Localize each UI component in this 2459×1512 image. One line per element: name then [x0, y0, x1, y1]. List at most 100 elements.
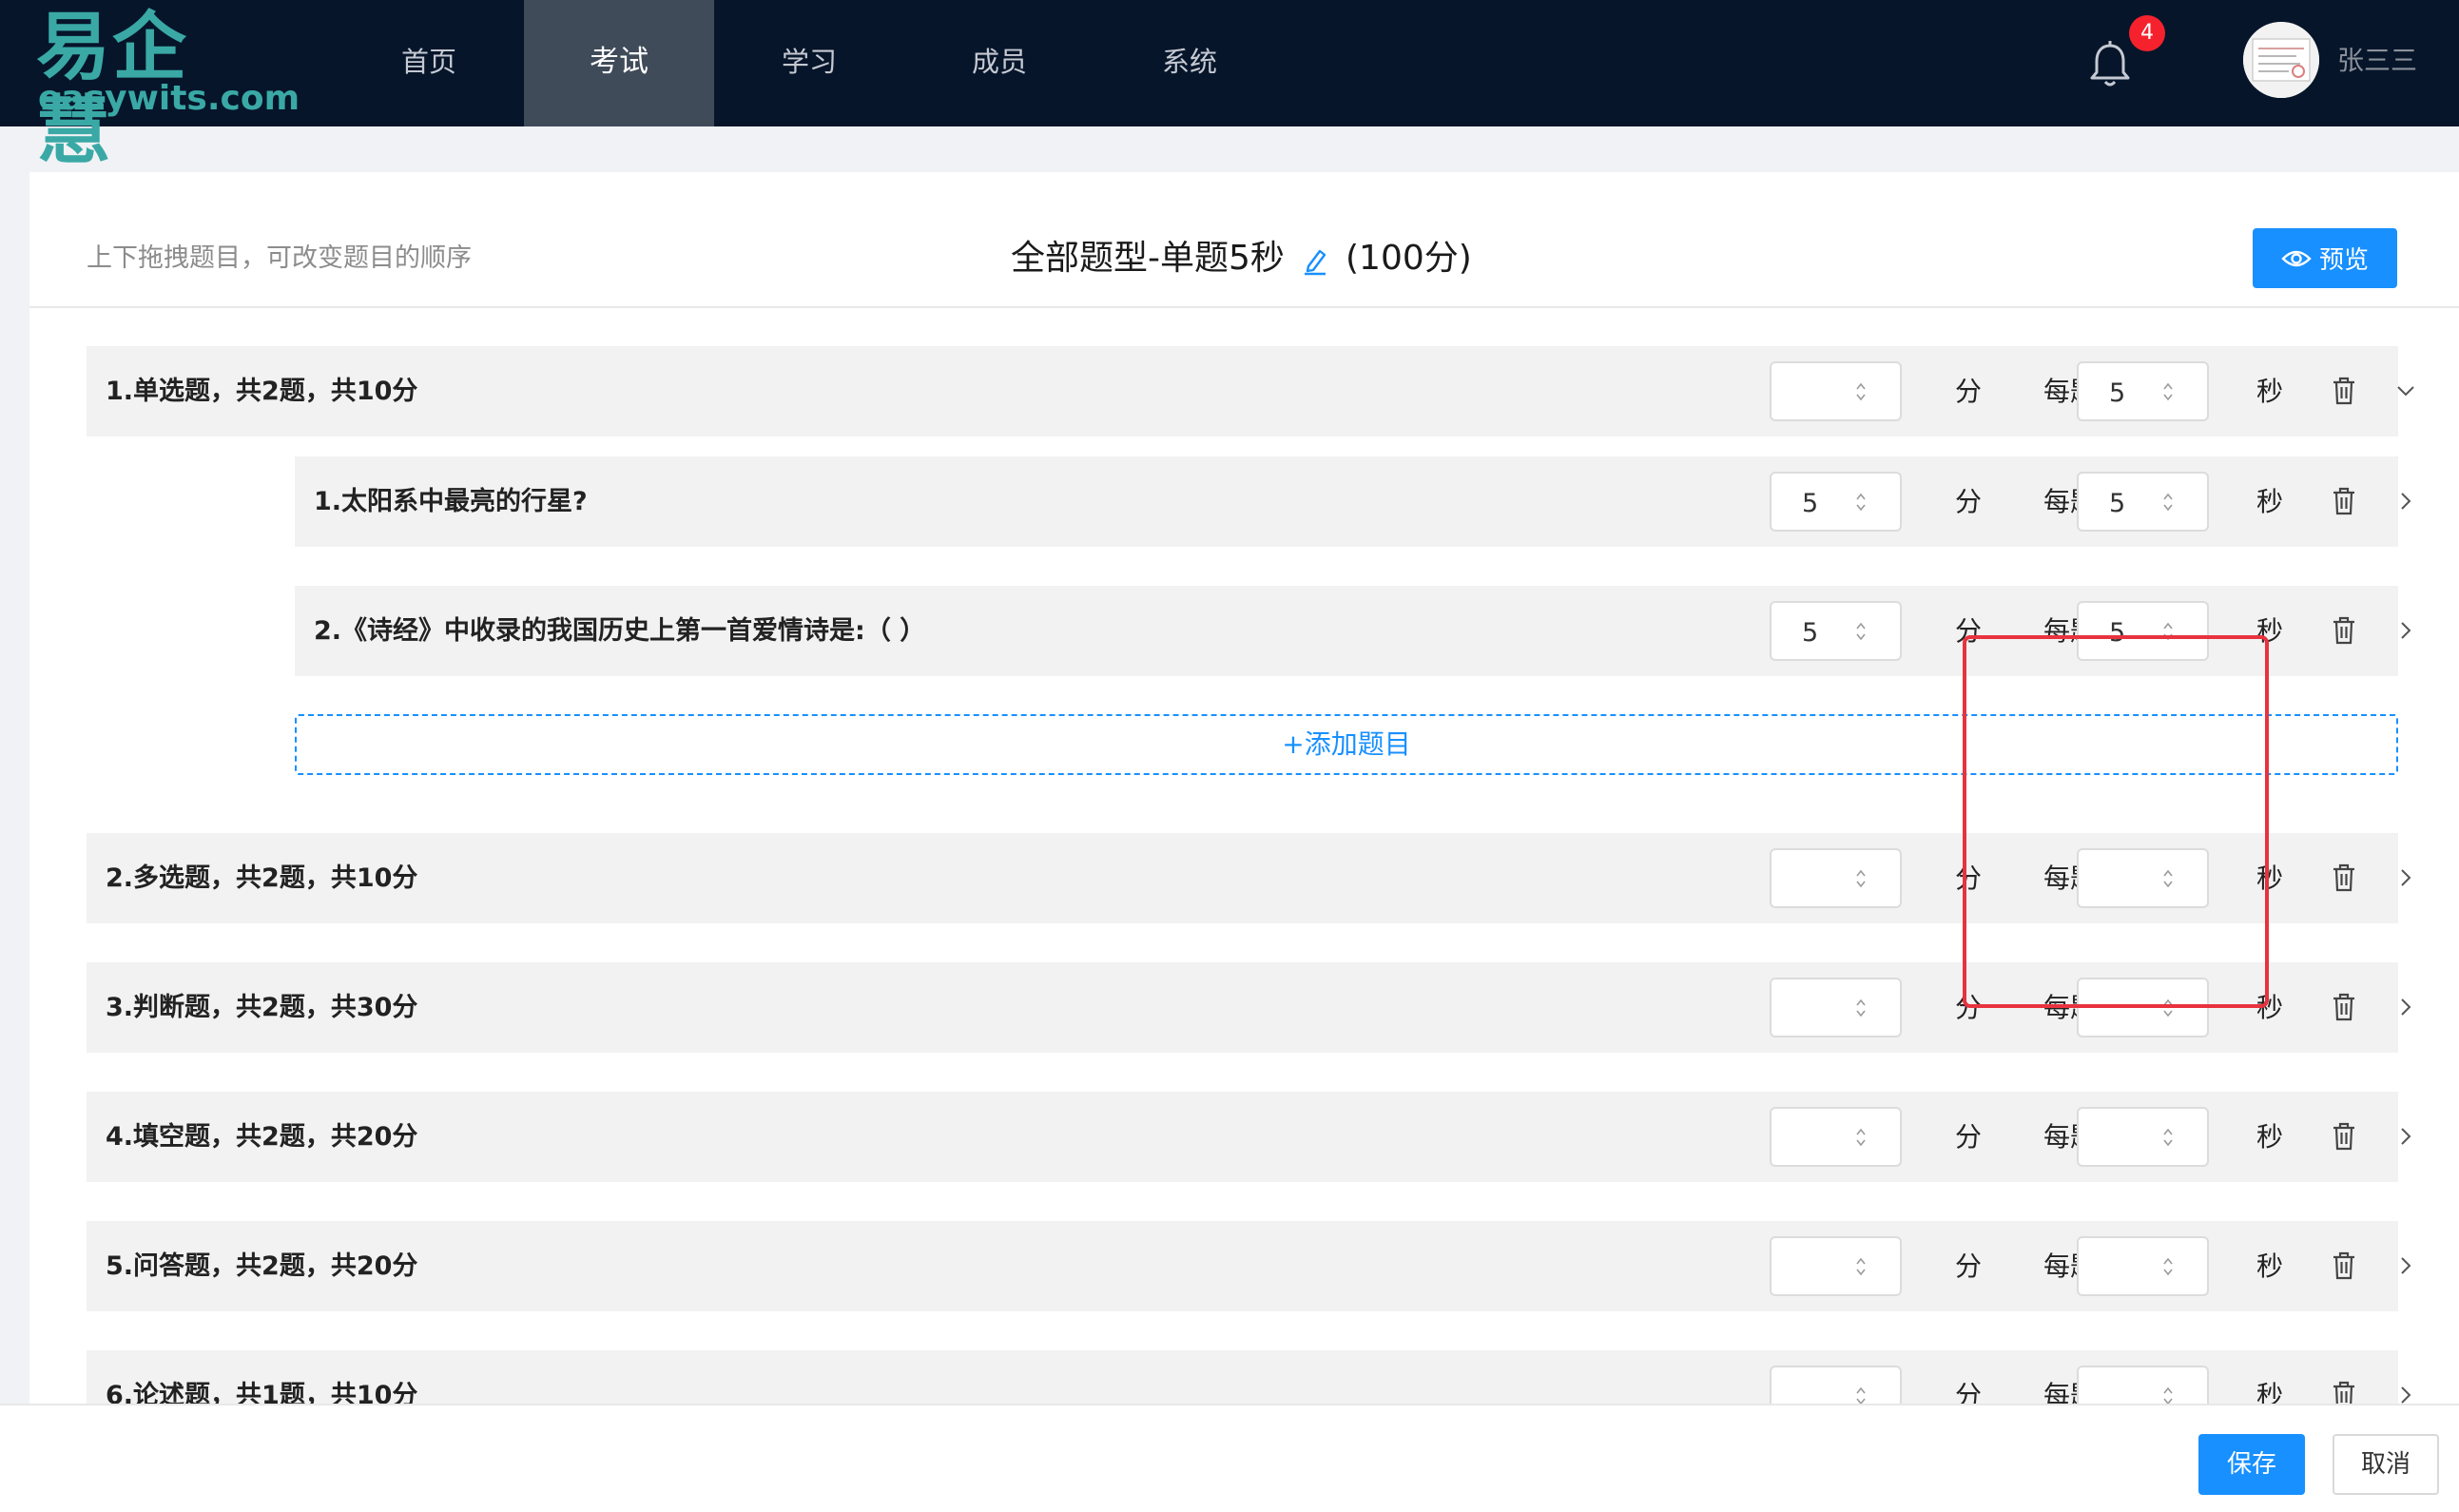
- nav-item-exam[interactable]: 考试: [524, 0, 714, 126]
- section-label: 1.单选题，共2题，共10分: [106, 377, 418, 406]
- section-label: 5.问答题，共2题，共20分: [106, 1251, 418, 1281]
- score-input[interactable]: [1770, 1107, 1902, 1167]
- seconds-unit: 秒: [2256, 615, 2284, 647]
- score-input[interactable]: 5: [1770, 472, 1902, 532]
- seconds-input[interactable]: [2077, 1366, 2209, 1404]
- spinner-icon[interactable]: [1854, 1385, 1868, 1404]
- trash-icon[interactable]: [2332, 616, 2356, 645]
- user-avatar[interactable]: [2243, 22, 2319, 98]
- score-input[interactable]: [1770, 978, 1902, 1037]
- score-unit: 分: [1955, 1250, 1983, 1282]
- spinner-icon[interactable]: [1854, 380, 1868, 403]
- section-row-true-false[interactable]: 3.判断题，共2题，共30分 分 每题 秒: [87, 962, 2411, 1053]
- edit-icon[interactable]: [1301, 245, 1329, 276]
- section-label: 4.填空题，共2题，共20分: [106, 1122, 418, 1152]
- spinner-icon[interactable]: [2161, 380, 2175, 403]
- notification-badge: 4: [2129, 15, 2165, 51]
- trash-icon[interactable]: [2332, 1122, 2356, 1151]
- section-row-fill-blank[interactable]: 4.填空题，共2题，共20分 分 每题 秒: [87, 1092, 2411, 1182]
- bell-icon[interactable]: [2088, 40, 2132, 89]
- spinner-icon[interactable]: [1854, 997, 1868, 1019]
- nav-item-members[interactable]: 成员: [904, 0, 1094, 126]
- trash-icon[interactable]: [2332, 487, 2356, 515]
- question-row[interactable]: 1.太阳系中最亮的行星? 5 分 每题 5 秒: [295, 456, 2411, 547]
- section-label: 3.判断题，共2题，共30分: [106, 993, 418, 1022]
- seconds-unit: 秒: [2256, 992, 2284, 1023]
- chevron-right-icon[interactable]: [2395, 1385, 2416, 1404]
- chevron-right-icon[interactable]: [2395, 867, 2416, 888]
- score-input[interactable]: [1770, 361, 1902, 421]
- trash-icon[interactable]: [2332, 377, 2356, 405]
- trash-icon[interactable]: [2332, 863, 2356, 892]
- add-question-button[interactable]: +添加题目: [295, 714, 2398, 775]
- section-row-essay[interactable]: 6.论述题，共1题，共10分 分 每题 秒: [87, 1350, 2411, 1404]
- chevron-down-icon[interactable]: [2395, 380, 2416, 401]
- question-label: 2.《诗经》中收录的我国历史上第一首爱情诗是:（ ）: [314, 616, 926, 646]
- seconds-unit: 秒: [2256, 486, 2284, 517]
- trash-icon[interactable]: [2332, 1251, 2356, 1280]
- exam-total-score: (100分): [1346, 239, 1472, 278]
- logo-domain-text: easywits.com: [38, 79, 300, 118]
- seconds-input[interactable]: 5: [2077, 601, 2209, 661]
- score-unit: 分: [1955, 376, 1983, 407]
- seconds-input[interactable]: 5: [2077, 361, 2209, 421]
- score-unit: 分: [1955, 1121, 1983, 1153]
- spinner-icon[interactable]: [2161, 1126, 2175, 1149]
- trash-icon[interactable]: [2332, 993, 2356, 1021]
- user-name[interactable]: 张三三: [2337, 40, 2417, 82]
- spinner-icon[interactable]: [2161, 867, 2175, 890]
- spinner-icon[interactable]: [2161, 620, 2175, 643]
- seconds-input[interactable]: [2077, 1107, 2209, 1167]
- score-unit: 分: [1955, 1380, 1983, 1404]
- question-row[interactable]: 2.《诗经》中收录的我国历史上第一首爱情诗是:（ ） 5 分 每题 5 秒: [295, 586, 2411, 676]
- score-input[interactable]: 5: [1770, 601, 1902, 661]
- score-unit: 分: [1955, 863, 1983, 894]
- question-section-list[interactable]: 1.单选题，共2题，共10分 分 每题 5 秒 1.太阳系中最亮的行星? 5 分…: [29, 308, 2459, 1404]
- seconds-unit: 秒: [2256, 1250, 2284, 1282]
- chevron-right-icon[interactable]: [2395, 1126, 2416, 1147]
- save-button[interactable]: 保存: [2198, 1434, 2305, 1495]
- preview-button[interactable]: 预览: [2253, 228, 2397, 288]
- score-input[interactable]: [1770, 1366, 1902, 1404]
- eye-icon: [2281, 250, 2312, 266]
- trash-icon[interactable]: [2332, 1381, 2356, 1404]
- spinner-icon[interactable]: [2161, 1385, 2175, 1404]
- score-input[interactable]: [1770, 1236, 1902, 1296]
- nav-item-study[interactable]: 学习: [714, 0, 904, 126]
- chevron-right-icon[interactable]: [2395, 491, 2416, 512]
- seconds-input[interactable]: 5: [2077, 472, 2209, 532]
- section-row-multiple-choice[interactable]: 2.多选题，共2题，共10分 分 每题 秒: [87, 833, 2411, 923]
- section-label: 2.多选题，共2题，共10分: [106, 863, 418, 893]
- chevron-right-icon[interactable]: [2395, 1255, 2416, 1276]
- exam-title: 全部题型-单题5秒: [1011, 239, 1285, 278]
- seconds-input[interactable]: [2077, 1236, 2209, 1296]
- chevron-right-icon[interactable]: [2395, 620, 2416, 641]
- question-label: 1.太阳系中最亮的行星?: [314, 487, 588, 516]
- spinner-icon[interactable]: [1854, 491, 1868, 514]
- drag-hint-text: 上下拖拽题目，可改变题目的顺序: [87, 243, 472, 273]
- section-row-short-answer[interactable]: 5.问答题，共2题，共20分 分 每题 秒: [87, 1221, 2411, 1311]
- spinner-icon[interactable]: [1854, 1255, 1868, 1278]
- action-footer: [0, 1404, 2459, 1512]
- section-row-single-choice[interactable]: 1.单选题，共2题，共10分 分 每题 5 秒: [87, 346, 2414, 436]
- spinner-icon[interactable]: [2161, 1255, 2175, 1278]
- seconds-input[interactable]: [2077, 978, 2209, 1037]
- score-value: 5: [1802, 489, 1819, 518]
- seconds-unit: 秒: [2256, 863, 2284, 894]
- spinner-icon[interactable]: [2161, 491, 2175, 514]
- score-unit: 分: [1955, 615, 1983, 647]
- spinner-icon[interactable]: [1854, 867, 1868, 890]
- score-input[interactable]: [1770, 848, 1902, 908]
- spinner-icon[interactable]: [1854, 1126, 1868, 1149]
- nav-item-home[interactable]: 首页: [334, 0, 524, 126]
- score-value: 5: [1802, 618, 1819, 648]
- cancel-button[interactable]: 取消: [2333, 1434, 2439, 1495]
- seconds-value: 5: [2109, 378, 2126, 408]
- spinner-icon[interactable]: [1854, 620, 1868, 643]
- spinner-icon[interactable]: [2161, 997, 2175, 1019]
- seconds-unit: 秒: [2256, 1380, 2284, 1404]
- brand-logo[interactable]: 易企慧 easywits.com: [36, 6, 300, 173]
- chevron-right-icon[interactable]: [2395, 997, 2416, 1018]
- seconds-input[interactable]: [2077, 848, 2209, 908]
- nav-item-system[interactable]: 系统: [1094, 0, 1285, 126]
